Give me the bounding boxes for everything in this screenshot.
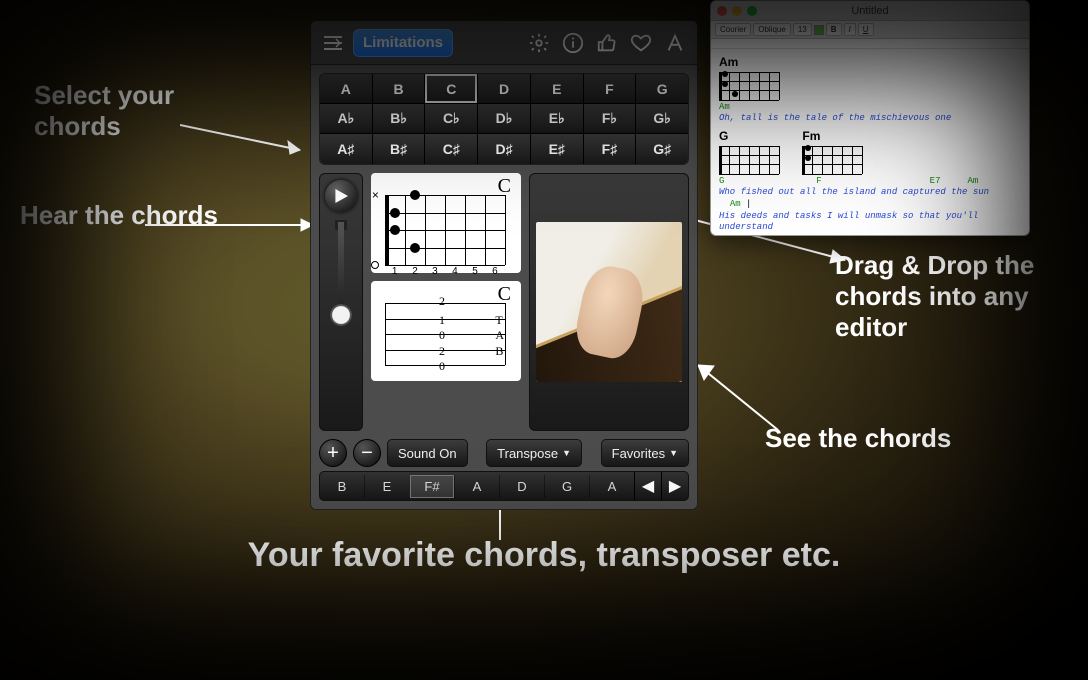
font-style-select[interactable]: Oblique — [753, 23, 791, 36]
italic-button[interactable]: I — [844, 23, 856, 36]
menu-icon[interactable] — [319, 29, 347, 57]
callout-drag-drop: Drag & Drop the chords into any editor — [835, 250, 1065, 344]
font-size-select[interactable]: 13 — [793, 23, 812, 36]
chord-diagrams-column: C × — [371, 173, 521, 431]
tuning-note-E[interactable]: E — [364, 475, 409, 498]
chord-cell-Dsharp[interactable]: D♯ — [478, 134, 531, 164]
font-a-icon[interactable] — [661, 29, 689, 57]
text-editor-window: Untitled Courier Oblique 13 B I U Am Am … — [710, 0, 1030, 236]
chevron-down-icon: ▼ — [669, 448, 678, 458]
middle-panel: C × — [319, 173, 689, 431]
chord-cell-F[interactable]: F — [584, 74, 637, 104]
transpose-button[interactable]: Transpose ▼ — [486, 439, 582, 467]
chord-tab-diagram[interactable]: C 2 1 0 2 0 T A B — [371, 281, 521, 381]
chord-cell-Aflat[interactable]: A♭ — [320, 104, 373, 134]
chord-cell-B[interactable]: B — [373, 74, 426, 104]
chord-cell-Eflat[interactable]: E♭ — [531, 104, 584, 134]
heart-icon[interactable] — [627, 29, 655, 57]
mini-chord-am: Am — [719, 55, 779, 100]
callout-hear-chords: Hear the chords — [20, 200, 220, 231]
underline-button[interactable]: U — [858, 23, 874, 36]
chord-cell-Fflat[interactable]: F♭ — [584, 104, 637, 134]
color-swatch-green[interactable] — [814, 25, 824, 35]
top-toolbar: Limitations — [311, 21, 697, 65]
chord-cell-Gflat[interactable]: G♭ — [636, 104, 688, 134]
info-icon[interactable] — [559, 29, 587, 57]
chord-app-window: Limitations — [310, 20, 698, 510]
tuning-bar: BEF#ADGA◀▶ — [319, 471, 689, 501]
editor-titlebar: Untitled — [711, 1, 1029, 21]
callout-bottom: Your favorite chords, transposer etc. — [0, 535, 1088, 576]
chord-cell-Esharp[interactable]: E♯ — [531, 134, 584, 164]
thumbs-up-icon[interactable] — [593, 29, 621, 57]
font-select[interactable]: Courier — [715, 23, 751, 36]
bold-button[interactable]: B — [826, 23, 842, 36]
tuning-note-D[interactable]: D — [499, 475, 544, 498]
chord-cell-Gsharp[interactable]: G♯ — [636, 134, 688, 164]
chord-cell-C[interactable]: C — [425, 74, 478, 104]
chord-cell-Bflat[interactable]: B♭ — [373, 104, 426, 134]
chevron-down-icon: ▼ — [562, 448, 571, 458]
chord-cell-A[interactable]: A — [320, 74, 373, 104]
settings-gear-icon[interactable] — [525, 29, 553, 57]
mini-chord-fm: Fm — [802, 129, 862, 174]
chord-cell-Cflat[interactable]: C♭ — [425, 104, 478, 134]
sound-toggle[interactable]: Sound On — [387, 439, 468, 467]
tuning-prev-icon[interactable]: ◀ — [635, 476, 661, 496]
remove-button[interactable]: − — [353, 439, 381, 467]
limitations-button[interactable]: Limitations — [353, 29, 453, 57]
tuning-note-Fsharp[interactable]: F# — [409, 475, 454, 498]
editor-body[interactable]: Am Am Oh, tall is the tale of the mischi… — [711, 49, 1029, 236]
tuning-note-A[interactable]: A — [454, 475, 499, 498]
play-button[interactable] — [325, 180, 357, 212]
chord-photo-panel — [529, 173, 689, 431]
chord-cell-Csharp[interactable]: C♯ — [425, 134, 478, 164]
chord-cell-G[interactable]: G — [636, 74, 688, 104]
chord-photo[interactable] — [536, 222, 682, 382]
favorites-button[interactable]: Favorites ▼ — [601, 439, 689, 467]
editor-ruler — [711, 39, 1029, 49]
chord-cell-D[interactable]: D — [478, 74, 531, 104]
bottom-panel: + − Sound On Transpose ▼ Favorites ▼ BEF… — [319, 439, 689, 501]
tuning-note-A[interactable]: A — [589, 475, 634, 498]
tuning-next-icon[interactable]: ▶ — [662, 476, 688, 496]
callout-see-chords: See the chords — [765, 423, 1065, 454]
tuning-note-B[interactable]: B — [320, 475, 364, 498]
editor-toolbar: Courier Oblique 13 B I U — [711, 21, 1029, 39]
editor-title: Untitled — [711, 5, 1029, 17]
chord-selection-grid: ABCDEFG A♭B♭C♭D♭E♭F♭G♭ A♯B♯C♯D♯E♯F♯G♯ — [319, 73, 689, 165]
add-button[interactable]: + — [319, 439, 347, 467]
chord-cell-Bsharp[interactable]: B♯ — [373, 134, 426, 164]
chord-fretboard-diagram[interactable]: C × — [371, 173, 521, 273]
callout-select-chords: Select your chords — [34, 80, 234, 142]
chord-cell-Asharp[interactable]: A♯ — [320, 134, 373, 164]
tuning-note-G[interactable]: G — [544, 475, 589, 498]
play-column — [319, 173, 363, 431]
instrument-banjo-icon — [330, 222, 352, 352]
chord-cell-E[interactable]: E — [531, 74, 584, 104]
chord-cell-Fsharp[interactable]: F♯ — [584, 134, 637, 164]
mini-chord-g: G — [719, 129, 779, 174]
chord-cell-Dflat[interactable]: D♭ — [478, 104, 531, 134]
